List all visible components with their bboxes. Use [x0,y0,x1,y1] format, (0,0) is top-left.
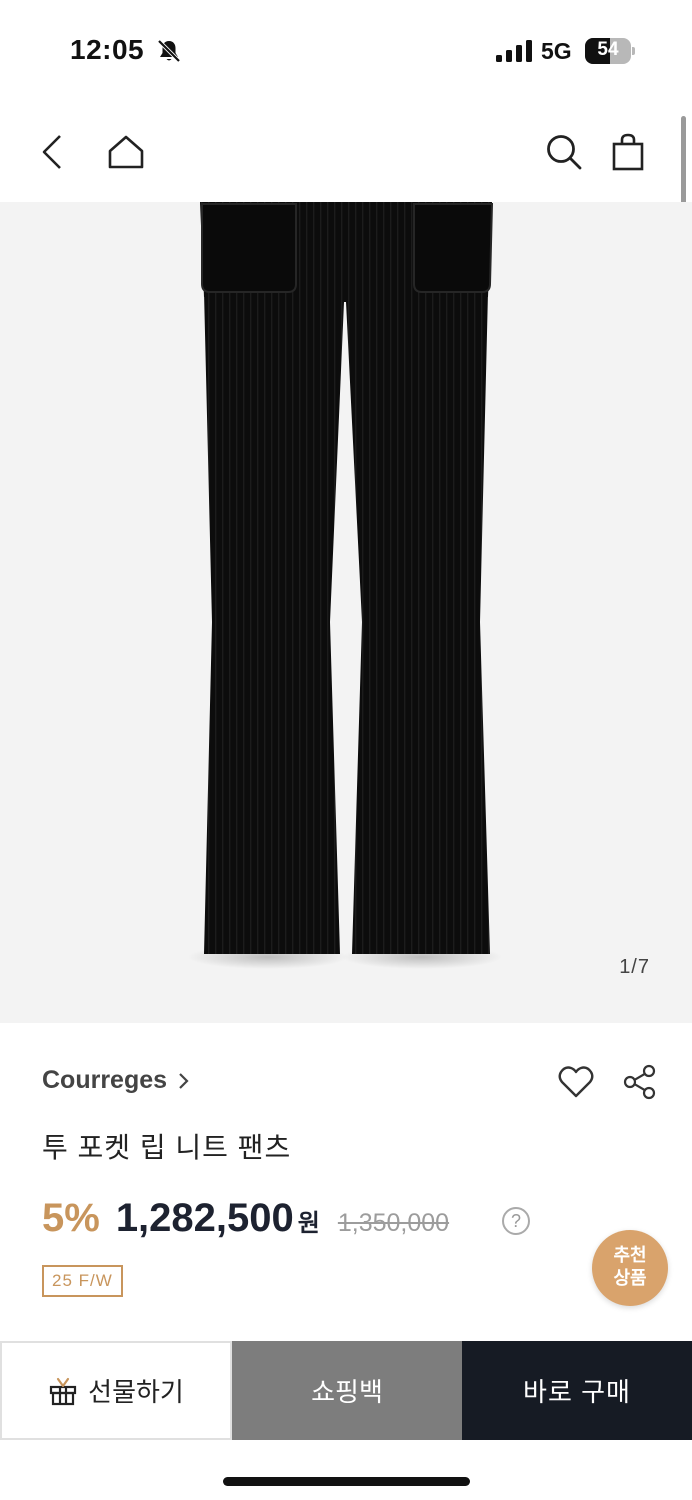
cart-button-label: 쇼핑백 [311,1377,383,1407]
search-button[interactable] [542,130,586,174]
search-icon [547,135,582,170]
gift-button-label: 선물하기 [88,1377,184,1407]
battery-icon: 54 [585,38,635,64]
like-button[interactable] [556,1062,596,1102]
season-badge: 25 F/W [42,1265,123,1297]
gift-button[interactable]: 선물하기 [0,1341,232,1440]
price-help-icon[interactable]: ? [502,1207,530,1235]
recommended-products-button[interactable]: 추천 상품 [592,1230,668,1306]
currency-unit: 원 [297,1210,320,1237]
home-button[interactable] [104,130,148,174]
chevron-right-icon [179,1072,189,1089]
product-title: 투 포켓 립 니트 팬츠 [42,1132,292,1163]
discount-rate: 5% [42,1196,100,1240]
back-button[interactable] [30,130,74,174]
cellular-signal-icon [496,40,532,62]
shopping-bag-button[interactable] [606,130,650,174]
buy-now-button[interactable]: 바로 구매 [462,1341,692,1440]
back-chevron-icon [42,135,61,169]
heart-icon [558,1066,594,1098]
image-page-indicator: 1/7 [619,956,650,978]
gift-icon [50,1377,77,1405]
price-row: 5% 1,282,500 원 1,350,000 [42,1196,449,1246]
buy-button-label: 바로 구매 [523,1377,631,1407]
add-to-shopping-bag-button[interactable]: 쇼핑백 [232,1341,462,1440]
battery-level: 54 [597,39,619,60]
brand-link[interactable]: Courreges [42,1066,191,1095]
brand-name: Courreges [42,1066,168,1094]
home-indicator[interactable] [223,1477,470,1486]
shopping-bag-icon [612,133,644,171]
status-time: 12:05 [70,34,145,65]
original-price: 1,350,000 [337,1209,450,1237]
recommend-label-line1: 추천 [613,1245,647,1265]
product-image-gallery[interactable]: 1/7 [0,202,692,1023]
top-navigation [0,100,692,202]
network-type: 5G [541,38,572,64]
product-image [188,202,502,969]
home-icon [108,135,144,169]
bottom-action-bar: 선물하기 쇼핑백 바로 구매 [0,1341,692,1440]
status-bar: 12:05 5G 54 [0,0,692,100]
bell-muted-icon [157,39,181,63]
recommend-label-line2: 상품 [613,1268,647,1288]
sale-price: 1,282,500 [115,1196,294,1240]
share-button[interactable] [620,1062,660,1102]
share-icon [623,1064,656,1100]
